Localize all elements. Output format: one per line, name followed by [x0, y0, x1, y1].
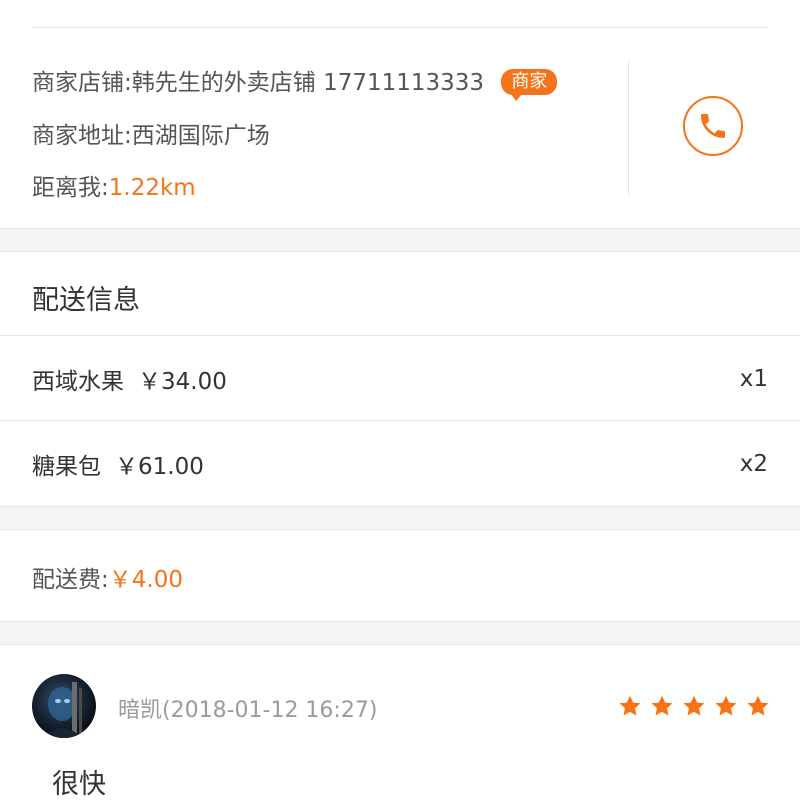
address-value: 西湖国际广场: [131, 123, 270, 149]
rating-stars: [618, 694, 770, 718]
merchant-address-row: 商家地址:西湖国际广场: [32, 116, 270, 150]
merchant-card: 商家店铺:韩先生的外卖店铺 17711113333 商家 商家地址:西湖国际广场…: [0, 28, 800, 228]
distance-label: 距离我:: [32, 175, 109, 201]
star-icon: [651, 695, 673, 716]
avatar-image: [44, 682, 82, 738]
section-gap: [0, 621, 800, 645]
reviewer-name-time: 暗凯(2018-01-12 16:27): [118, 698, 378, 723]
vertical-divider: [628, 60, 629, 196]
item-quantity: x2: [739, 450, 768, 477]
merchant-badge: 商家: [501, 69, 558, 101]
address-label: 商家地址:: [32, 123, 132, 149]
star-icon: [683, 695, 705, 716]
star-icon: [747, 695, 769, 716]
shop-phone: 17711113333: [323, 70, 485, 96]
call-merchant-button[interactable]: [683, 96, 743, 156]
item-name: 糖果包: [32, 453, 101, 480]
shop-name: 韩先生的外卖店铺: [131, 70, 316, 96]
section-gap: [0, 506, 800, 530]
section-gap: [0, 228, 800, 252]
item-name: 西域水果: [32, 368, 124, 395]
item-price: ￥34.00: [138, 368, 227, 395]
merchant-shop-row: 商家店铺:韩先生的外卖店铺 17711113333 商家: [32, 63, 558, 101]
reviewer-avatar: [32, 674, 96, 738]
delivery-info-title: 配送信息: [32, 285, 140, 316]
phone-icon: [701, 114, 725, 138]
star-icon: [619, 695, 641, 716]
order-item-row: 西域水果 ￥34.00 x1: [32, 336, 768, 421]
delivery-fee-row: 配送费:￥4.00: [32, 560, 183, 594]
item-info: 西域水果 ￥34.00: [32, 362, 227, 396]
item-price: ￥61.00: [115, 453, 204, 480]
order-item-row: 糖果包 ￥61.00 x2: [32, 421, 768, 506]
item-quantity: x1: [739, 365, 768, 392]
review-comment: 很快: [52, 769, 106, 800]
merchant-distance-row: 距离我:1.22km: [32, 168, 196, 202]
delivery-fee-label: 配送费:: [32, 567, 109, 593]
delivery-fee-value: ￥4.00: [108, 567, 183, 593]
shop-label: 商家店铺:: [32, 70, 132, 96]
star-icon: [715, 695, 737, 716]
review-card: 暗凯(2018-01-12 16:27) 很快: [0, 644, 800, 800]
distance-value: 1.22km: [108, 175, 196, 201]
item-info: 糖果包 ￥61.00: [32, 447, 204, 481]
